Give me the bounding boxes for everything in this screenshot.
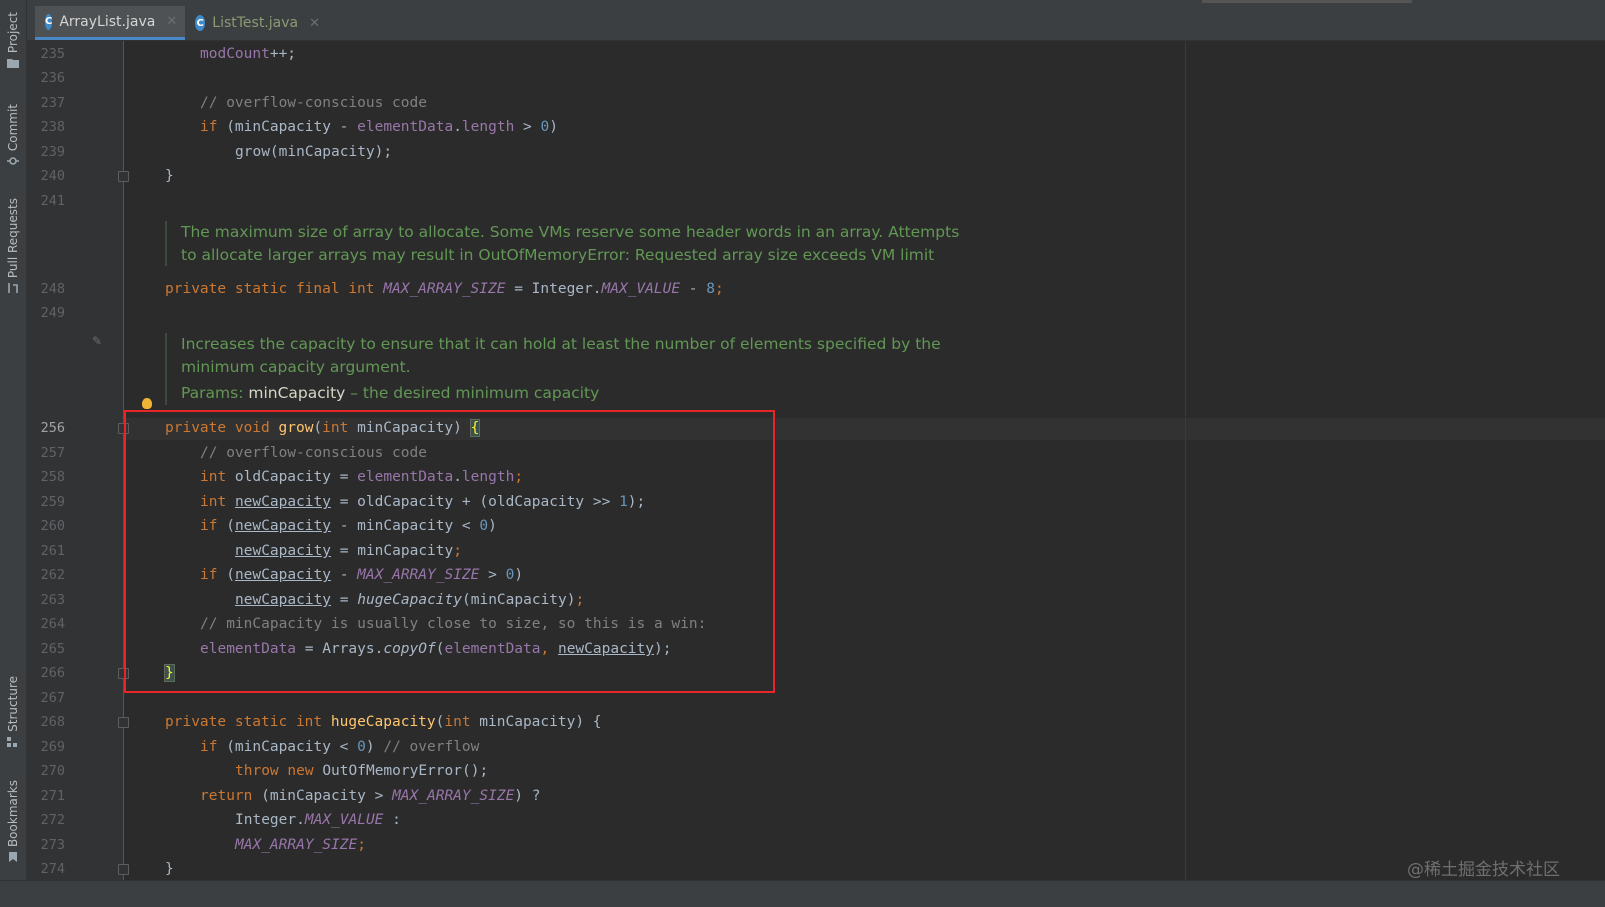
- editor-tab-bar: C ArrayList.java ✕ C ListTest.java ✕: [27, 0, 1605, 41]
- code-line: }: [165, 168, 174, 184]
- line-number: 258: [40, 469, 65, 485]
- code-line: Integer.MAX_VALUE :: [235, 812, 401, 828]
- commit-icon: [7, 157, 19, 165]
- folder-icon: [7, 59, 19, 69]
- line-number: 240: [40, 168, 65, 184]
- line-number: 256: [40, 420, 65, 436]
- watermark: @稀土掘金技术社区: [1407, 860, 1560, 880]
- close-icon[interactable]: ✕: [309, 16, 320, 31]
- line-number: 238: [40, 119, 65, 135]
- tab-label: ArrayList.java: [59, 13, 156, 30]
- bookmark-icon: [9, 852, 17, 863]
- line-number: 248: [40, 281, 65, 297]
- code-line: private static final int MAX_ARRAY_SIZE …: [165, 281, 724, 297]
- project-label: Project: [6, 12, 20, 54]
- structure-tool-button[interactable]: Structure: [2, 676, 24, 747]
- line-number: 235: [40, 46, 65, 62]
- highlight-box: [124, 410, 775, 693]
- commit-tool-button[interactable]: Commit: [2, 104, 24, 166]
- code-line: throw new OutOfMemoryError();: [235, 763, 489, 779]
- lightbulb-icon[interactable]: [142, 398, 152, 409]
- structure-icon: [7, 736, 17, 747]
- status-bar: [0, 880, 1605, 907]
- javadoc-max-array-size: The maximum size of array to allocate. S…: [165, 221, 959, 266]
- code-comment: // overflow-conscious code: [200, 95, 427, 111]
- line-number: 260: [40, 518, 65, 534]
- line-number: 259: [40, 494, 65, 510]
- line-number: 236: [40, 70, 65, 86]
- code-line: if (minCapacity - elementData.length > 0…: [200, 119, 558, 135]
- tab-listtest-java[interactable]: C ListTest.java ✕: [185, 6, 330, 40]
- pull-requests-tool-button[interactable]: Pull Requests: [2, 198, 24, 294]
- line-number: 267: [40, 690, 65, 706]
- javadoc-grow: Increases the capacity to ensure that it…: [165, 333, 941, 405]
- line-number: 273: [40, 837, 65, 853]
- code-line: }: [165, 861, 174, 877]
- fold-marker[interactable]: [118, 717, 129, 728]
- line-number: 271: [40, 788, 65, 804]
- line-number: 249: [40, 305, 65, 321]
- search-field-edge: [1202, 0, 1412, 3]
- commit-label: Commit: [6, 104, 20, 152]
- code-line: if (minCapacity < 0) // overflow: [200, 739, 480, 755]
- line-number: 272: [40, 812, 65, 828]
- line-number: 274: [40, 861, 65, 877]
- line-number: 239: [40, 144, 65, 160]
- tool-window-strip: Project Commit Pull Requests Structure B…: [0, 0, 27, 906]
- java-class-icon: C: [45, 13, 53, 30]
- tab-arraylist-java[interactable]: C ArrayList.java ✕: [35, 6, 185, 40]
- line-number: 264: [40, 616, 65, 632]
- bookmarks-label: Bookmarks: [6, 780, 20, 848]
- pull-requests-label: Pull Requests: [6, 198, 20, 279]
- project-tool-button[interactable]: Project: [2, 12, 24, 69]
- tab-label: ListTest.java: [212, 15, 299, 31]
- line-number: 270: [40, 763, 65, 779]
- close-icon[interactable]: ✕: [166, 14, 177, 29]
- edit-doc-icon[interactable]: ✎: [92, 334, 102, 348]
- code-line: private static int hugeCapacity(int minC…: [165, 714, 602, 730]
- fold-marker[interactable]: [118, 171, 129, 182]
- line-number: 257: [40, 445, 65, 461]
- code-line: MAX_ARRAY_SIZE;: [235, 837, 366, 853]
- line-number: 237: [40, 95, 65, 111]
- line-number: 263: [40, 592, 65, 608]
- code-line: modCount++;: [200, 46, 297, 62]
- line-number: 268: [40, 714, 65, 730]
- code-line: grow(minCapacity);: [235, 144, 393, 160]
- java-class-icon: C: [195, 15, 206, 31]
- structure-label: Structure: [6, 676, 20, 732]
- line-number: 262: [40, 567, 65, 583]
- code-line: return (minCapacity > MAX_ARRAY_SIZE) ?: [200, 788, 541, 804]
- bookmarks-tool-button[interactable]: Bookmarks: [2, 780, 24, 863]
- line-number: 261: [40, 543, 65, 559]
- fold-marker[interactable]: [118, 864, 129, 875]
- line-number: 265: [40, 641, 65, 657]
- line-number: 241: [40, 193, 65, 209]
- line-number: 269: [40, 739, 65, 755]
- line-number: 266: [40, 665, 65, 681]
- right-margin-guide: [1185, 41, 1186, 906]
- pull-request-icon: [8, 283, 18, 294]
